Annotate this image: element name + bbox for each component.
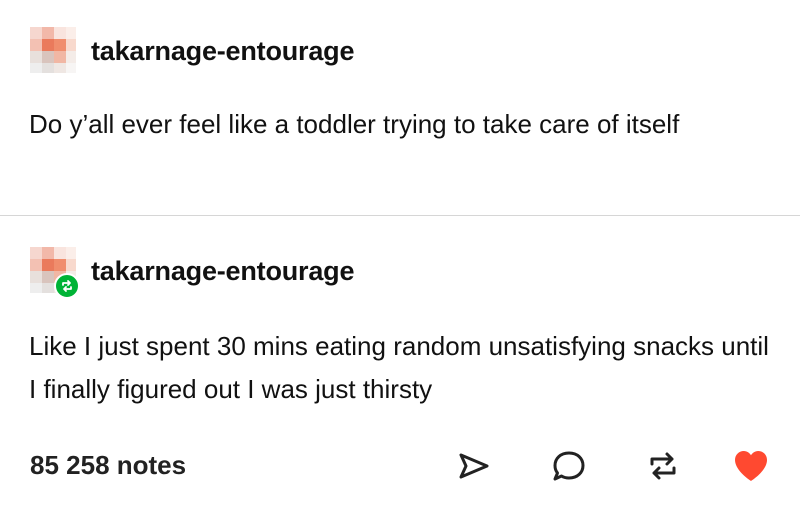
post-username[interactable]: takarnage-entourage [91,36,354,67]
post-footer: 85 258 notes [0,445,800,485]
heart-icon[interactable] [731,447,769,485]
post-username[interactable]: takarnage-entourage [91,256,354,287]
reblog-badge-icon [54,273,80,299]
avatar[interactable] [30,27,76,73]
share-icon[interactable] [455,447,493,485]
reblog-icon[interactable] [644,447,682,485]
original-post: takarnage-entourage Do y’all ever feel l… [0,0,800,215]
reblog-post: takarnage-entourage Like I just spent 30… [0,217,800,511]
post-divider [0,215,800,216]
reply-icon[interactable] [550,447,588,485]
post-body-text: Like I just spent 30 mins eating random … [29,331,769,404]
notes-count[interactable]: 85 258 notes [30,450,186,481]
post-body-text: Do y’all ever feel like a toddler trying… [29,109,680,139]
